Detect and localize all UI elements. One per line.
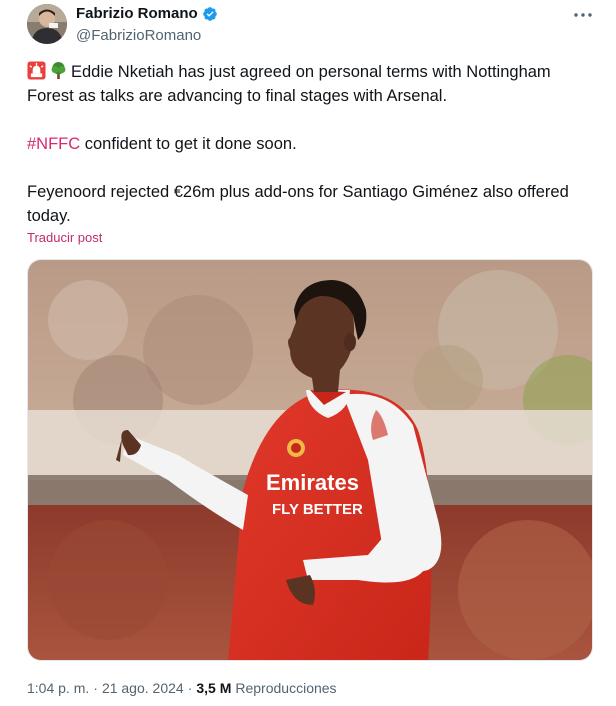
tweet-paragraph-text: Feyenoord rejected €26m plus add-ons for… — [27, 183, 569, 225]
more-options-icon[interactable] — [572, 4, 594, 26]
author-handle[interactable]: @FabrizioRomano — [76, 27, 201, 44]
shirt-sponsor-subtext: FLY BETTER — [272, 501, 363, 518]
tweet-text: Eddie Nketiah has just agreed on persona… — [27, 60, 597, 228]
tweet-paragraph: Eddie Nketiah has just agreed on persona… — [27, 60, 597, 108]
avatar[interactable] — [27, 4, 67, 44]
meta-separator: · — [187, 680, 193, 696]
tweet-paragraph-text: Eddie Nketiah has just agreed on persona… — [27, 63, 551, 105]
tweet-paragraph: Feyenoord rejected €26m plus add-ons for… — [27, 180, 597, 228]
tweet-card: Fabrizio Romano @FabrizioRomano Eddie Nk… — [0, 0, 616, 706]
tweet-time[interactable]: 1:04 p. m. — [27, 680, 89, 696]
tweet-media-image[interactable]: Emirates FLY BETTER — [27, 259, 593, 661]
tweet-date[interactable]: 21 ago. 2024 — [102, 680, 184, 696]
player-photo: Emirates FLY BETTER — [28, 260, 592, 660]
views-label: Reproducciones — [235, 680, 337, 696]
tweet-metadata: 1:04 p. m. · 21 ago. 2024 · 3,5 M Reprod… — [27, 680, 337, 696]
tweet-paragraph: #NFFC confident to get it done soon. — [27, 132, 597, 156]
tree-emoji — [49, 61, 68, 80]
author-display-name[interactable]: Fabrizio Romano — [76, 5, 198, 22]
shirt-sponsor-text: Emirates — [266, 470, 359, 495]
author-name-line: Fabrizio Romano — [76, 5, 218, 22]
tweet-paragraph-text: confident to get it done soon. — [80, 135, 297, 153]
rotating-light-emoji — [27, 61, 46, 80]
hashtag-link[interactable]: #NFFC — [27, 135, 80, 153]
meta-separator: · — [93, 680, 98, 696]
views-count: 3,5 M — [196, 680, 232, 696]
translate-post-link[interactable]: Traducir post — [27, 230, 102, 245]
verified-badge-icon — [202, 6, 218, 22]
